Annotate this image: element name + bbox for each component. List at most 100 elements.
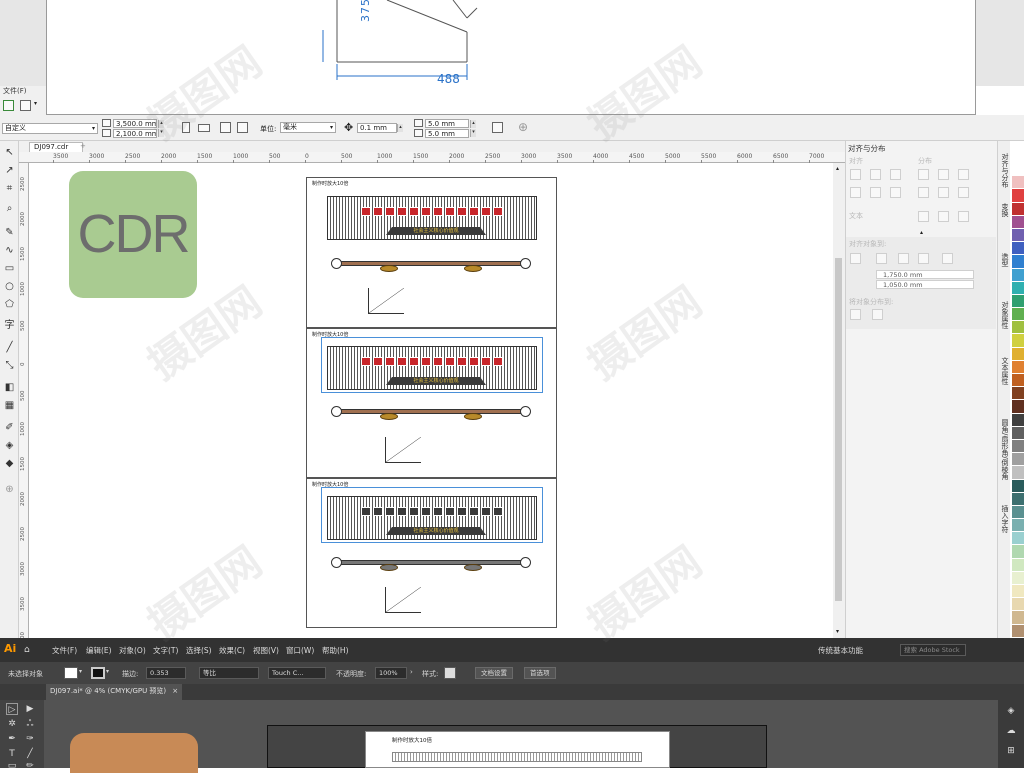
docker-tab[interactable]: 插入字符 [1000, 505, 1010, 533]
shape-tool-icon[interactable]: ↗ [3, 164, 16, 177]
page-width-input[interactable]: 3,500.0 mm [113, 119, 157, 128]
height-spinner[interactable]: ▾ [158, 129, 164, 137]
stroke-swatch[interactable] [91, 667, 105, 679]
docker-tab[interactable]: 对齐与分布 [1000, 153, 1010, 188]
ai-menu-item[interactable]: 帮助(H) [322, 645, 349, 656]
align-center-icon[interactable] [870, 169, 881, 180]
style-swatch[interactable] [444, 667, 456, 679]
align-left-icon[interactable] [850, 169, 861, 180]
color-swatch[interactable] [1012, 466, 1024, 480]
scrollbar-thumb[interactable] [835, 258, 842, 601]
text-bbox-icon[interactable] [958, 211, 969, 222]
eyedropper-tool-icon[interactable]: ✐ [3, 421, 16, 434]
doc-tab-dj097[interactable]: DJ097.cdr [29, 142, 84, 152]
fill-swatch[interactable] [64, 667, 78, 679]
stock-search-input[interactable]: 搜索 Adobe Stock [900, 644, 966, 656]
brush-select[interactable]: Touch C... [268, 667, 326, 679]
line-tool-icon[interactable]: ╱ [3, 341, 16, 354]
color-swatch[interactable] [1012, 413, 1024, 427]
unit-select[interactable]: 毫米 ▾ [280, 122, 336, 133]
color-swatch[interactable] [1012, 400, 1024, 414]
ai-menu-item[interactable]: 选择(S) [186, 645, 212, 656]
add-icon[interactable]: ⊕ [518, 120, 528, 134]
type-tool-icon[interactable]: T [6, 748, 18, 760]
width-spinner[interactable]: ▴ [158, 120, 164, 128]
new-tab-icon[interactable]: + [80, 142, 86, 150]
chevron-down-icon[interactable]: ▾ [79, 668, 82, 675]
document-setup-button[interactable]: 文档设置 [475, 667, 513, 679]
color-swatch[interactable] [1012, 242, 1024, 256]
ellipse-tool-icon[interactable]: ○ [3, 280, 16, 293]
color-swatch[interactable] [1012, 426, 1024, 440]
stroke-weight-input[interactable]: 0.353 [146, 667, 186, 679]
duplicate-y-input[interactable]: 5.0 mm [425, 129, 469, 138]
y-coordinate-input[interactable]: 1,050.0 mm [876, 280, 974, 289]
dropdown-arrow-icon[interactable]: ▾ [34, 100, 37, 107]
color-swatch[interactable] [1012, 598, 1024, 612]
grid-icon[interactable] [918, 253, 929, 264]
color-swatch[interactable] [1012, 308, 1024, 322]
color-swatch[interactable] [1012, 439, 1024, 454]
color-swatch[interactable] [1012, 505, 1024, 520]
color-swatch[interactable] [1012, 281, 1024, 295]
layers-icon[interactable]: ◈ [1005, 705, 1017, 717]
ai-artboard[interactable]: 制作时放大10倍 [365, 731, 670, 768]
distribute-center-icon[interactable] [938, 169, 949, 180]
close-icon[interactable]: × [172, 684, 178, 699]
color-swatch[interactable] [1012, 215, 1024, 229]
connector-tool-icon[interactable]: ⤡ [3, 359, 16, 372]
cdr-canvas[interactable]: CDR 制作时放大10倍 社会主义核心价值观 制作时放大10倍 社会主义核心价值… [29, 163, 833, 638]
docker-tab[interactable]: 造型 [1000, 253, 1010, 267]
ai-menu-item[interactable]: 效果(C) [219, 645, 245, 656]
line-segment-icon[interactable]: ╱ [24, 748, 36, 760]
text-align-icon[interactable] [918, 211, 929, 222]
design-page-2[interactable]: 制作时放大10倍 社会主义核心价值观 [306, 328, 557, 478]
color-swatch[interactable] [1012, 294, 1024, 309]
current-page-icon[interactable] [237, 122, 248, 133]
color-swatch[interactable] [1012, 585, 1024, 599]
distribute-page-icon[interactable] [872, 309, 883, 320]
page-preset-select[interactable]: 自定义 ▾ [2, 123, 98, 134]
curvature-icon[interactable]: ✑ [24, 733, 36, 745]
scroll-up-icon[interactable]: ▴ [836, 165, 839, 172]
ai-menu-item[interactable]: 窗口(W) [286, 645, 314, 656]
duplicate-x-input[interactable]: 5.0 mm [425, 119, 469, 128]
color-swatch[interactable] [1012, 374, 1024, 388]
docker-tab[interactable]: 文本属性 [1000, 357, 1010, 385]
color-swatch[interactable] [1012, 545, 1024, 559]
color-swatch[interactable] [1012, 611, 1024, 625]
distribute-spacing-icon[interactable] [958, 169, 969, 180]
landscape-icon[interactable] [198, 124, 210, 132]
docker-tab[interactable]: 变换 [1000, 203, 1010, 217]
nudge-distance-input[interactable]: 0.1 mm [357, 123, 397, 133]
ai-menu-item[interactable]: 视图(V) [253, 645, 279, 656]
opacity-input[interactable]: 100% [375, 667, 407, 679]
design-page-1[interactable]: 制作时放大10倍 社会主义核心价值观 [306, 177, 557, 328]
menu-file[interactable]: 文件(F) [3, 87, 27, 95]
rectangle-tool-icon[interactable]: ▭ [3, 262, 16, 275]
page-height-input[interactable]: 2,100.0 mm [113, 129, 157, 138]
page-border-icon[interactable] [492, 122, 503, 133]
artistic-media-icon[interactable]: ∿ [3, 244, 16, 257]
add-tool-icon[interactable]: ⊕ [3, 483, 16, 496]
home-icon[interactable]: ⌂ [24, 645, 30, 655]
magic-wand-icon[interactable]: ✲ [6, 718, 18, 730]
polygon-tool-icon[interactable]: ⬠ [3, 298, 16, 311]
color-swatch[interactable] [1012, 334, 1024, 348]
color-swatch[interactable] [1012, 163, 1024, 177]
align-right-icon[interactable] [890, 169, 901, 180]
color-swatch[interactable] [1012, 571, 1024, 585]
page-center-icon[interactable] [898, 253, 909, 264]
color-swatch[interactable] [1012, 202, 1024, 216]
color-swatch[interactable] [1012, 360, 1024, 374]
color-swatch[interactable] [1012, 268, 1024, 282]
scroll-down-icon[interactable]: ▾ [836, 628, 839, 635]
ai-menu-item[interactable]: 编辑(E) [86, 645, 112, 656]
pen-tool-icon[interactable]: ✒ [6, 733, 18, 745]
color-swatch[interactable] [1012, 479, 1024, 493]
selection-tool-icon[interactable]: ▷ [6, 703, 18, 715]
x-coordinate-input[interactable]: 1,750.0 mm [876, 270, 974, 279]
color-swatch[interactable] [1012, 228, 1024, 243]
new-document-icon[interactable] [3, 100, 14, 111]
ai-doc-tab[interactable]: DJ097.ai* @ 4% (CMYK/GPU 预览) × [46, 684, 183, 700]
